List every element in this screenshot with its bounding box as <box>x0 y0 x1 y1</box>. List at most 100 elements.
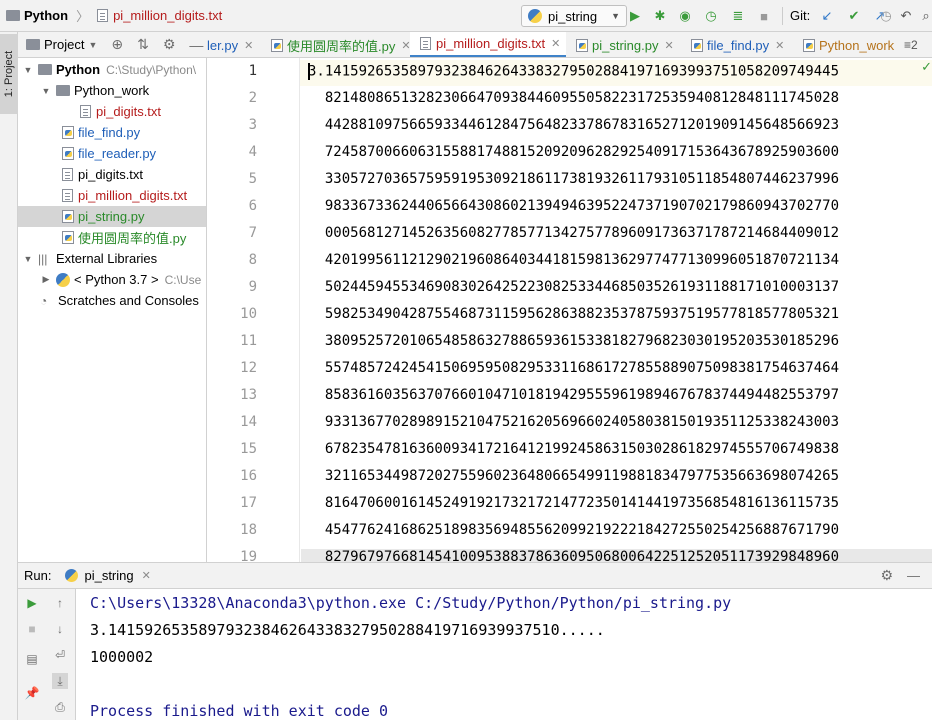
code-editor[interactable]: ✓ 3.141592653589793238462643383279502884… <box>301 58 932 562</box>
gear-icon[interactable]: ⚙ <box>880 567 893 584</box>
tree-item-use-pi-value[interactable]: 使用圆周率的值.py <box>62 227 186 248</box>
tool-window-strip <box>0 32 18 720</box>
line-number: 15 <box>240 441 257 457</box>
code-line: 3305727036575959195309218611738193261179… <box>308 171 840 187</box>
tab-file-reader[interactable]: ler.py ✕ <box>207 32 267 57</box>
tab-use-pi-value[interactable]: 使用圆周率的值.py ✕ <box>271 32 415 57</box>
git-commit-icon[interactable]: ✔ <box>846 8 862 24</box>
tab-pi-million-digits[interactable]: pi_million_digits.txt ✕ <box>410 32 566 57</box>
line-number: 9 <box>248 279 257 295</box>
locate-icon[interactable]: ⊕ <box>111 36 123 53</box>
text-caret <box>308 63 310 80</box>
run-configuration-select[interactable]: pi_string ▼ <box>521 5 627 27</box>
tree-item-pi-string[interactable]: pi_string.py <box>18 206 206 227</box>
rollback-icon[interactable]: ↶ <box>898 8 914 24</box>
tree-item-label: < Python 3.7 > <box>74 272 159 287</box>
close-icon[interactable]: ✕ <box>775 39 784 52</box>
layout-icon[interactable]: ▤ <box>24 651 40 667</box>
tree-item-path: C:\Use <box>164 272 202 287</box>
editor-tabs: ler.py ✕ 使用圆周率的值.py ✕ pi_million_digits.… <box>207 32 932 58</box>
tab-label: file_find.py <box>707 37 770 53</box>
tree-item-scratches[interactable]: ◔ Scratches and Consoles <box>40 290 199 311</box>
collapse-all-icon[interactable]: ⇅ <box>137 36 149 53</box>
run-icon[interactable]: ▶ <box>627 8 643 24</box>
tree-item-pi-digits-nested[interactable]: pi_digits.txt <box>80 101 161 122</box>
git-update-icon[interactable]: ↙ <box>819 8 835 24</box>
line-number: 16 <box>240 468 257 484</box>
tabs-overflow-button[interactable]: ≡2 <box>904 32 932 57</box>
close-icon[interactable]: ✕ <box>142 569 151 582</box>
python-file-icon <box>803 38 815 52</box>
code-line: 8214808651328230664709384460955058223172… <box>308 90 840 106</box>
soft-wrap-icon[interactable]: ⏎ <box>52 647 68 663</box>
rerun-icon[interactable]: ▶ <box>24 595 40 611</box>
concurrency-icon[interactable]: ≣ <box>730 8 746 24</box>
project-panel-header: Project ▼ ⊕ ⇅ ⚙ — <box>18 32 207 58</box>
text-file-icon <box>420 37 431 50</box>
code-line: 9331367702898915210475216205696602405803… <box>308 414 840 430</box>
coverage-icon[interactable]: ◉ <box>677 8 693 24</box>
tab-file-find[interactable]: file_find.py ✕ <box>691 32 795 57</box>
chevron-down-icon: ▼ <box>41 85 51 96</box>
tree-item-file-reader[interactable]: file_reader.py <box>62 143 156 164</box>
project-tool-tab[interactable]: 1: Project <box>0 34 18 114</box>
minimize-icon[interactable]: — <box>907 568 920 583</box>
pin-icon[interactable]: 📌 <box>24 685 40 701</box>
scroll-to-end-icon[interactable]: ⤓ <box>52 673 68 689</box>
tab-label: ler.py <box>207 37 239 53</box>
code-line: 7245870066063155881748815209209628292540… <box>308 144 840 160</box>
git-history-icon[interactable]: ◷ <box>878 8 894 24</box>
tree-item-pi-digits[interactable]: pi_digits.txt <box>62 164 143 185</box>
breadcrumb-file[interactable]: pi_million_digits.txt <box>113 8 222 23</box>
tree-item-label: pi_digits.txt <box>96 104 162 119</box>
python-file-icon <box>271 38 283 52</box>
profile-icon[interactable]: ◷ <box>703 8 719 24</box>
minimize-icon[interactable]: — <box>189 37 203 53</box>
tree-item-python-root[interactable]: ▼ Python C:\Study\Python\ <box>18 59 206 80</box>
tree-item-label: Python_work <box>74 83 150 98</box>
scroll-up-icon[interactable]: ↑ <box>52 595 68 611</box>
debug-icon[interactable]: ✱ <box>652 8 668 24</box>
code-line: 3809525720106548586327886593615338182796… <box>308 333 840 349</box>
code-line: 8583616035637076601047101819429555961989… <box>308 387 840 403</box>
code-line: 4201995611212902196086403441815981362977… <box>308 252 840 268</box>
tree-item-label: pi_string.py <box>78 209 145 224</box>
breadcrumb-project[interactable]: Python <box>24 8 68 23</box>
line-number: 12 <box>240 360 257 376</box>
code-line: 5982534904287554687311595628638823537875… <box>308 306 840 322</box>
code-line: 8279679766814541009538837863609506800642… <box>301 549 932 562</box>
run-console-output[interactable]: C:\Users\13328\Anaconda3\python.exe C:/S… <box>76 589 932 720</box>
close-icon[interactable]: ✕ <box>244 39 253 52</box>
code-line: 4547762416862518983569485562099219222184… <box>308 522 840 538</box>
close-icon[interactable]: ✕ <box>664 39 673 52</box>
console-line: 1000002 <box>90 648 154 666</box>
run-toolbar: ▶ ↑ ■ ↓ ▤ ⏎ ⤓ 📌 ⎙ <box>18 589 76 720</box>
gear-icon[interactable]: ⚙ <box>163 36 176 53</box>
inspection-ok-icon: ✓ <box>921 59 932 74</box>
console-line: Process finished with exit code 0 <box>90 702 389 720</box>
tree-item-pi-million-digits[interactable]: pi_million_digits.txt <box>62 185 187 206</box>
tab-python-work[interactable]: Python_work <box>803 32 901 57</box>
search-icon[interactable]: ⌕ <box>918 8 932 24</box>
python-icon <box>56 272 70 287</box>
tab-label: Python_work <box>819 37 895 53</box>
line-number: 5 <box>248 171 257 187</box>
tree-item-python-sdk[interactable]: ▶ < Python 3.7 > C:\Use <box>40 269 202 290</box>
close-icon[interactable]: ✕ <box>551 37 560 50</box>
stop-icon[interactable]: ■ <box>24 621 40 637</box>
scroll-down-icon[interactable]: ↓ <box>52 621 68 637</box>
stop-icon[interactable]: ■ <box>756 8 772 24</box>
tree-item-external-libraries[interactable]: ▼ ||| External Libraries <box>22 248 158 269</box>
print-icon[interactable]: ⎙ <box>52 699 68 715</box>
run-panel-header: Run: pi_string ✕ ⚙ — <box>18 562 932 589</box>
chevron-right-icon: ▶ <box>42 274 50 284</box>
tree-item-python-work[interactable]: ▼ Python_work <box>40 80 150 101</box>
line-number: 10 <box>240 306 257 322</box>
code-line: 3211653449872027559602364806654991198818… <box>308 468 840 484</box>
chevron-down-icon: ▼ <box>611 11 620 21</box>
tab-pi-string[interactable]: pi_string.py ✕ <box>576 32 686 57</box>
folder-icon <box>56 85 70 96</box>
project-view-selector[interactable]: Project ▼ <box>26 37 97 52</box>
run-config-tab[interactable]: pi_string ✕ <box>65 568 151 583</box>
tree-item-file-find[interactable]: file_find.py <box>62 122 140 143</box>
